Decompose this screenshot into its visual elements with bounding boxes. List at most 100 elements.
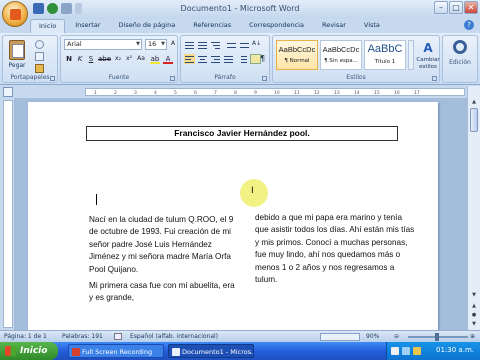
copy-icon[interactable]	[35, 52, 44, 61]
ruler-tick: 9	[254, 91, 257, 96]
strikethrough-button[interactable]: abe	[98, 54, 111, 64]
word-count[interactable]: Palabras: 191	[62, 333, 103, 340]
language[interactable]: Español (alfab. internacional)	[130, 333, 218, 340]
maximize-button[interactable]: □	[449, 1, 463, 14]
tab-revisar[interactable]: Revisar	[314, 19, 354, 33]
paragraph: Nací en la ciudad de tulum Q.ROO, el 9 d…	[89, 215, 234, 274]
recorder-icon	[72, 348, 80, 356]
horizontal-ruler[interactable]: 1 2 3 4 5 6 7 8 9 10 11 12 13 14 15 16 1…	[85, 88, 465, 96]
underline-button[interactable]: S	[86, 54, 96, 64]
customize-qat-icon[interactable]	[75, 3, 82, 14]
change-styles-button[interactable]: A Cambiar estilos	[416, 39, 440, 75]
numbering-icon[interactable]	[197, 40, 208, 50]
start-button[interactable]: Inicio	[0, 342, 58, 360]
zoom-out-icon[interactable]: ⊖	[394, 333, 399, 340]
paste-sheet-icon	[12, 44, 24, 58]
zoom-slider-knob[interactable]	[435, 333, 439, 341]
scroll-thumb[interactable]	[470, 108, 478, 132]
tab-referencias[interactable]: Referencias	[185, 19, 239, 33]
next-page-icon[interactable]: ▼	[469, 320, 479, 329]
find-binoculars-icon[interactable]	[453, 40, 467, 54]
editing-group-label: Edición	[449, 59, 471, 66]
left-column[interactable]: Nací en la ciudad de tulum Q.ROO, el 9 d…	[89, 214, 239, 309]
font-group-label: Fuente	[108, 74, 130, 81]
font-group: Arial ▼ 16 ▼ A N K S abe x₂ x² Aa ab A Fue…	[60, 35, 178, 83]
ruler-tick: 6	[194, 91, 197, 96]
redo-icon[interactable]	[61, 3, 72, 14]
shading-icon[interactable]	[250, 54, 261, 64]
tab-selector-icon[interactable]	[3, 87, 13, 97]
paragraph: debido a que mi papa era marino y tenía …	[255, 213, 415, 285]
format-painter-icon[interactable]	[35, 64, 44, 73]
subscript-button[interactable]: x₂	[113, 54, 123, 64]
style-normal[interactable]: AaBbCcDc ¶ Normal	[276, 40, 318, 70]
ruler-tick: 14	[354, 91, 360, 96]
spellcheck-icon[interactable]	[114, 333, 122, 340]
minimize-button[interactable]: –	[434, 1, 448, 14]
italic-button[interactable]: K	[75, 54, 85, 64]
style-heading-1[interactable]: AaBbC Título 1	[364, 40, 406, 70]
clipboard-launcher-icon[interactable]	[50, 76, 55, 81]
grow-font-icon[interactable]: A	[168, 39, 178, 49]
zoom-in-icon[interactable]: ⊕	[470, 333, 475, 340]
multilevel-list-icon[interactable]	[210, 40, 221, 50]
highlight-color-icon[interactable]: ab	[150, 54, 160, 64]
font-launcher-icon[interactable]	[170, 76, 175, 81]
align-right-icon[interactable]	[210, 54, 221, 64]
ruler-tick: 4	[154, 91, 157, 96]
paragraph-launcher-icon[interactable]	[262, 76, 267, 81]
word-icon	[172, 348, 180, 356]
page-count[interactable]: Página: 1 de 1	[4, 333, 47, 340]
decrease-indent-icon[interactable]	[226, 40, 237, 50]
scroll-down-icon[interactable]: ▼	[469, 291, 479, 300]
ruler-tick: 10	[274, 91, 280, 96]
browse-object-icon[interactable]: ●	[469, 311, 479, 320]
increase-indent-icon[interactable]	[239, 40, 250, 50]
save-icon[interactable]	[33, 3, 44, 14]
styles-more-arrows[interactable]	[408, 40, 414, 70]
tab-insertar[interactable]: Insertar	[67, 19, 108, 33]
styles-launcher-icon[interactable]	[432, 76, 437, 81]
bullets-icon[interactable]	[184, 40, 195, 50]
status-bar: Página: 1 de 1 Palabras: 191 Español (al…	[0, 330, 480, 342]
vertical-scrollbar[interactable]: ▲ ▼ ▲ ● ▼	[467, 86, 480, 330]
align-center-icon[interactable]	[197, 54, 208, 64]
tab-diseno-pagina[interactable]: Diseño de página	[111, 19, 184, 33]
tray-volume-icon[interactable]	[413, 347, 421, 355]
undo-icon[interactable]	[47, 3, 58, 14]
tab-inicio[interactable]: Inicio	[30, 19, 66, 33]
style-no-spacing[interactable]: AaBbCcDc ¶ Sin espa...	[320, 40, 362, 70]
close-button[interactable]: ✕	[464, 1, 478, 14]
zoom-level[interactable]: 90%	[366, 333, 379, 340]
justify-icon[interactable]	[223, 54, 234, 64]
prev-page-icon[interactable]: ▲	[469, 302, 479, 311]
font-name-select[interactable]: Arial ▼	[64, 39, 142, 50]
taskbar-item-recording[interactable]: Full Screen Recording	[68, 344, 164, 358]
ribbon-tabs: Inicio Insertar Diseño de página Referen…	[30, 19, 388, 33]
document-page[interactable]: Francisco Javier Hernández pool. I Nací …	[28, 102, 438, 330]
tab-vista[interactable]: Vista	[356, 19, 388, 33]
sort-icon[interactable]: A↓	[252, 40, 263, 50]
tray-language-icon[interactable]	[391, 347, 399, 355]
office-button[interactable]	[2, 1, 28, 27]
font-color-icon[interactable]: A	[163, 54, 173, 64]
editing-group: Edición	[442, 35, 478, 83]
change-case-button[interactable]: Aa	[136, 54, 146, 64]
taskbar-item-word[interactable]: Documento1 - Micros...	[168, 344, 254, 358]
line-spacing-icon[interactable]	[237, 54, 248, 64]
cut-icon[interactable]	[35, 40, 44, 49]
tray-network-icon[interactable]	[402, 347, 410, 355]
help-icon[interactable]: ?	[464, 20, 474, 30]
right-column[interactable]: debido a que mi papa era marino y tenía …	[255, 212, 417, 290]
tab-correspondencia[interactable]: Correspondencia	[241, 19, 312, 33]
document-title-box[interactable]: Francisco Javier Hernández pool.	[86, 126, 398, 141]
scroll-up-icon[interactable]: ▲	[469, 98, 479, 107]
show-marks-icon[interactable]: ¶	[260, 54, 271, 64]
align-left-icon[interactable]	[184, 54, 195, 64]
superscript-button[interactable]: x²	[124, 54, 134, 64]
change-styles-label: Cambiar estilos	[416, 57, 440, 70]
windows-logo-icon	[5, 346, 16, 356]
view-buttons[interactable]	[320, 333, 360, 341]
bold-button[interactable]: N	[64, 54, 74, 64]
font-size-select[interactable]: 16 ▼	[145, 39, 167, 50]
